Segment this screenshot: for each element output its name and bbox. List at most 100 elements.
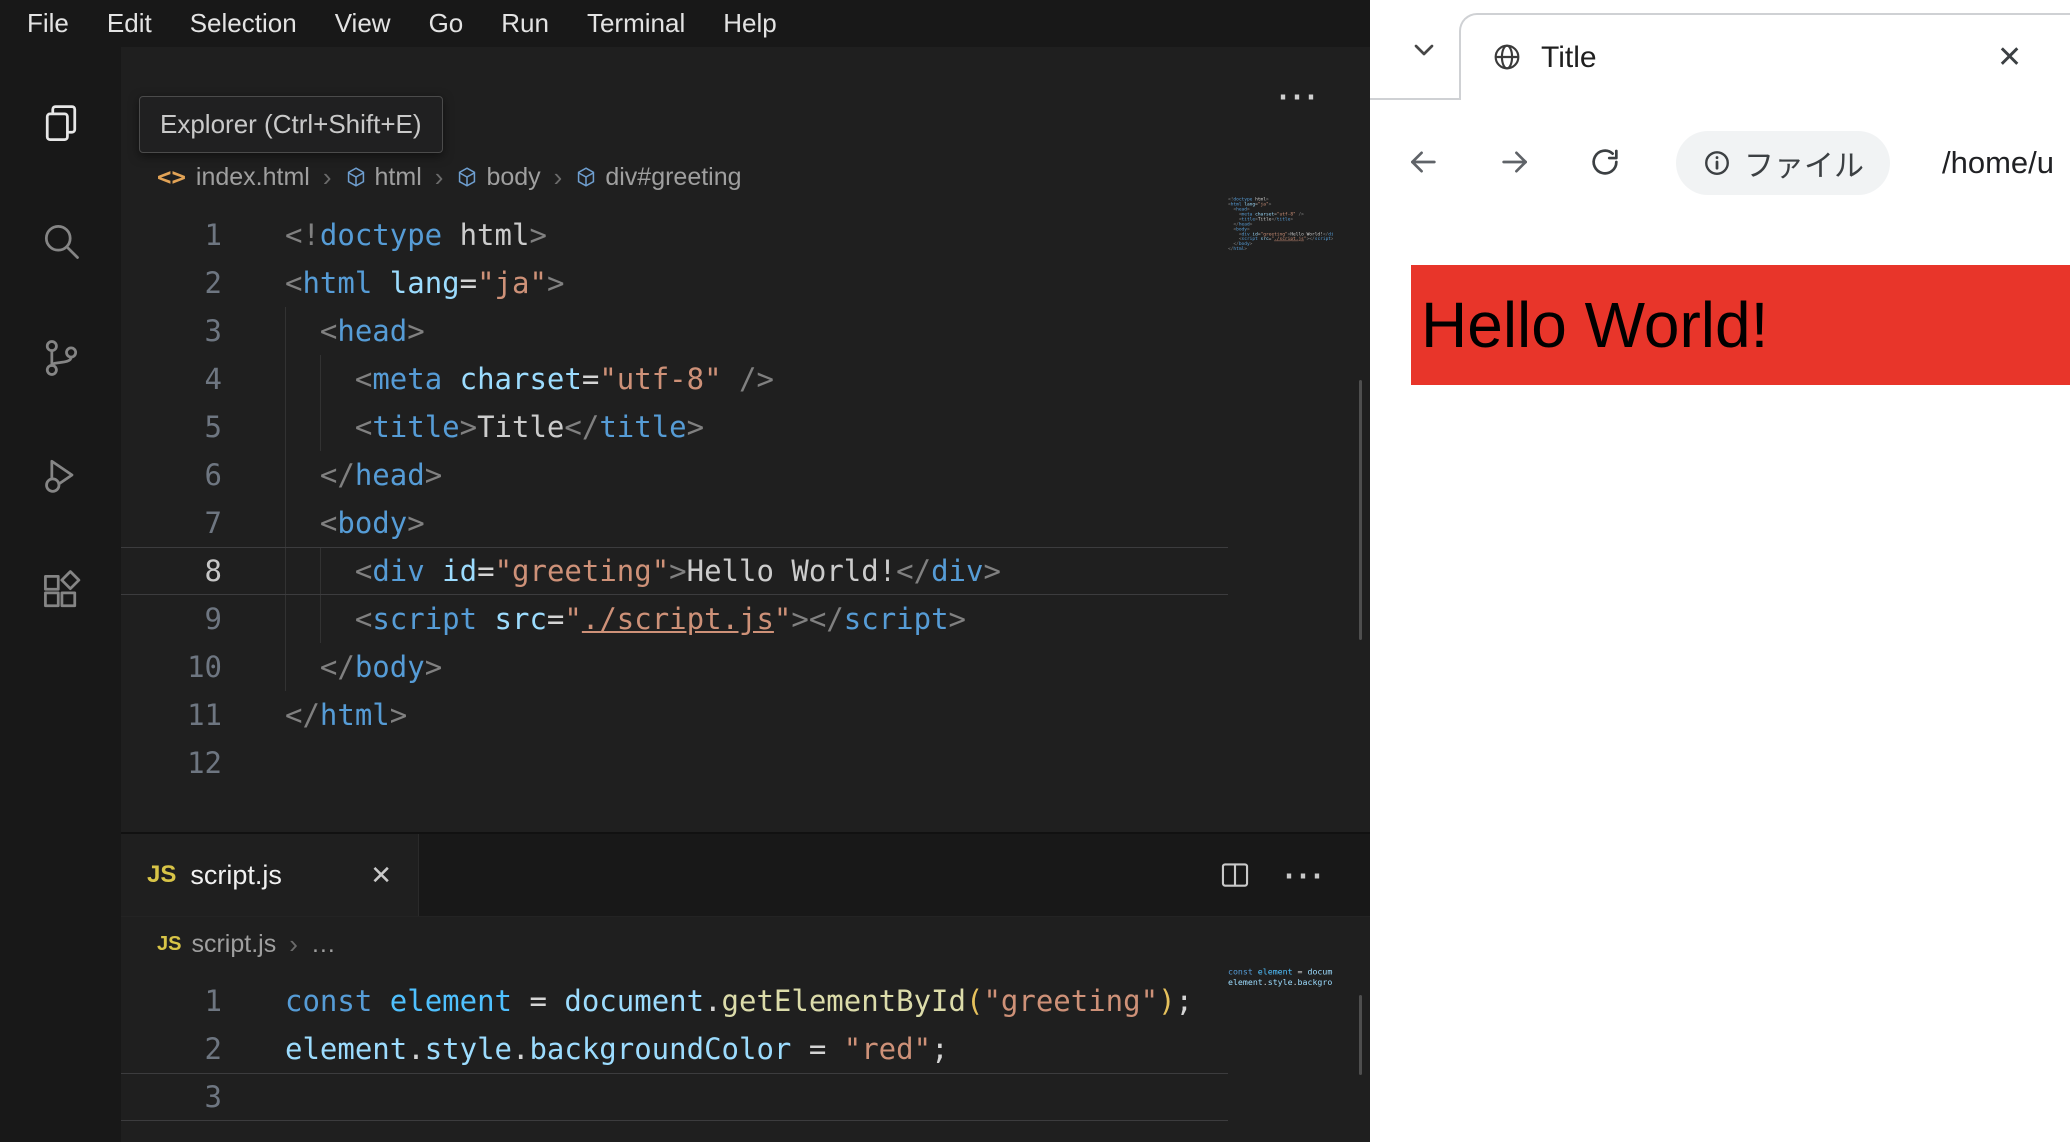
menu-file[interactable]: File: [8, 8, 88, 39]
symbol-cube-icon: [456, 166, 478, 188]
code-line-8[interactable]: 8 <div id="greeting">Hello World!</div>: [121, 547, 1228, 595]
line-number: 1: [204, 218, 222, 252]
code-line-2[interactable]: 2 element.style.backgroundColor = "red";: [121, 1025, 1228, 1073]
browser-tab-strip: Title ✕: [1370, 0, 2070, 100]
run-and-debug-icon[interactable]: [0, 416, 121, 533]
explorer-icon[interactable]: [0, 65, 121, 182]
line-number: 6: [204, 458, 222, 492]
source-control-icon[interactable]: [0, 299, 121, 416]
menu-edit[interactable]: Edit: [88, 8, 171, 39]
menu-bar: File Edit Selection View Go Run Terminal Help: [0, 0, 1370, 47]
browser-tab[interactable]: Title ✕: [1459, 13, 2070, 100]
breadcrumb-item[interactable]: html: [345, 163, 422, 192]
screen: File Edit Selection View Go Run Terminal Help E…: [0, 0, 2070, 1142]
minimap-content: const element = document.getElementById(…: [1228, 967, 1333, 988]
activity-bar: [0, 47, 121, 1142]
breadcrumb-label: html: [374, 162, 422, 191]
breadcrumb-item[interactable]: div#greeting: [575, 162, 742, 192]
breadcrumb-label: body: [486, 162, 541, 191]
menu-go[interactable]: Go: [410, 8, 483, 39]
breadcrumb-item[interactable]: JS script.js: [157, 930, 276, 959]
extensions-icon[interactable]: [0, 533, 121, 650]
breadcrumb-item[interactable]: <> index.html: [157, 163, 310, 192]
tab-script-js[interactable]: JS script.js ✕: [121, 834, 419, 916]
split-editor-icon[interactable]: [1218, 858, 1252, 892]
line-number: 3: [204, 314, 222, 348]
menu-run[interactable]: Run: [482, 8, 568, 39]
info-icon: [1702, 148, 1732, 178]
code-line-7[interactable]: 7 <body>: [121, 499, 1228, 547]
symbol-cube-icon: [345, 166, 367, 188]
html-file-icon: <>: [157, 163, 186, 191]
menu-terminal[interactable]: Terminal: [568, 8, 704, 39]
line-number: 12: [187, 746, 222, 780]
address-url[interactable]: /home/u: [1942, 100, 2054, 225]
globe-icon: [1491, 41, 1523, 78]
line-number: 2: [204, 266, 222, 300]
line-number: 4: [204, 362, 222, 396]
breadcrumb: JS script.js › …: [157, 924, 336, 964]
js-icon: JS: [147, 861, 177, 888]
search-icon[interactable]: [0, 182, 121, 299]
code-line-3[interactable]: 3 <head>: [121, 307, 1228, 355]
line-number: 10: [187, 650, 222, 684]
tab-label: script.js: [190, 859, 282, 890]
chevron-down-icon[interactable]: [1408, 34, 1440, 71]
minimap-content: <!doctype html> <html lang="ja"> <head> <…: [1228, 197, 1333, 252]
code-line-2[interactable]: 2 <html lang="ja">: [121, 259, 1228, 307]
browser-window: Title ✕ ファイル /home/u Hello World!: [1370, 0, 2070, 1142]
code-line-1[interactable]: 1 <!doctype html>: [121, 211, 1228, 259]
breadcrumb: <> index.html › html › body › div#greeting: [157, 153, 742, 201]
line-number: 3: [204, 1080, 222, 1114]
greeting-div: Hello World!: [1411, 265, 2070, 385]
reload-icon[interactable]: [1588, 145, 1622, 179]
menu-help[interactable]: Help: [704, 8, 795, 39]
breadcrumb-label: div#greeting: [605, 162, 742, 191]
code-line-6[interactable]: 6 </head>: [121, 451, 1228, 499]
editor-more-actions-icon[interactable]: ⋯: [1276, 75, 1318, 117]
html-code-editor[interactable]: 1 <!doctype html> 2 <html lang="ja"> 3 <head…: [121, 211, 1228, 787]
breadcrumb-separator-icon: ›: [553, 161, 563, 192]
line-number: 8: [204, 554, 222, 588]
minimap[interactable]: <!doctype html> <html lang="ja"> <head> <…: [1228, 197, 1333, 289]
breadcrumb-separator-icon: ›: [289, 928, 298, 959]
close-tab-icon[interactable]: ✕: [370, 860, 392, 891]
explorer-tooltip: Explorer (Ctrl+Shift+E): [139, 96, 443, 153]
breadcrumb-separator-icon: ›: [322, 161, 332, 192]
browser-toolbar: ファイル /home/u: [1370, 100, 2070, 225]
code-line-1[interactable]: 1 const element = document.getElementById…: [121, 977, 1228, 1025]
code-line-11[interactable]: 11 </html>: [121, 691, 1228, 739]
line-number: 9: [204, 602, 222, 636]
line-number: 5: [204, 410, 222, 444]
code-line-3[interactable]: 3: [121, 1073, 1228, 1121]
breadcrumb-label: script.js: [191, 929, 277, 958]
line-number: 1: [204, 984, 222, 1018]
code-line-9[interactable]: 9 <script src="./script.js"></script>: [121, 595, 1228, 643]
code-line-12[interactable]: 12: [121, 739, 1228, 787]
scrollbar[interactable]: [1359, 995, 1362, 1075]
menu-selection[interactable]: Selection: [171, 8, 316, 39]
back-icon[interactable]: [1406, 145, 1440, 179]
close-tab-icon[interactable]: ✕: [1997, 15, 2022, 100]
js-code-editor[interactable]: 1 const element = document.getElementById…: [121, 977, 1228, 1121]
site-info-chip[interactable]: ファイル: [1676, 131, 1890, 195]
breadcrumb-item[interactable]: …: [311, 930, 336, 959]
code-line-5[interactable]: 5 <title>Title</title>: [121, 403, 1228, 451]
symbol-cube-icon: [575, 166, 597, 188]
minimap[interactable]: const element = document.getElementById(…: [1228, 967, 1333, 1013]
code-line-10[interactable]: 10 </body>: [121, 643, 1228, 691]
breadcrumb-item[interactable]: body: [456, 162, 541, 192]
scrollbar[interactable]: [1359, 380, 1362, 640]
more-actions-icon[interactable]: ⋯: [1282, 854, 1324, 896]
site-info-label: ファイル: [1744, 150, 1864, 183]
forward-icon[interactable]: [1498, 145, 1532, 179]
tab-bar: JS script.js ✕ ⋯: [121, 834, 1370, 917]
line-number: 11: [187, 698, 222, 732]
browser-tab-title: Title: [1541, 41, 1597, 74]
breadcrumb-label: index.html: [195, 162, 310, 191]
menu-view[interactable]: View: [316, 8, 410, 39]
line-number: 2: [204, 1032, 222, 1066]
js-file-icon: JS: [157, 932, 182, 955]
code-line-4[interactable]: 4 <meta charset="utf-8" />: [121, 355, 1228, 403]
tab-bar-actions: ⋯: [1218, 834, 1370, 916]
